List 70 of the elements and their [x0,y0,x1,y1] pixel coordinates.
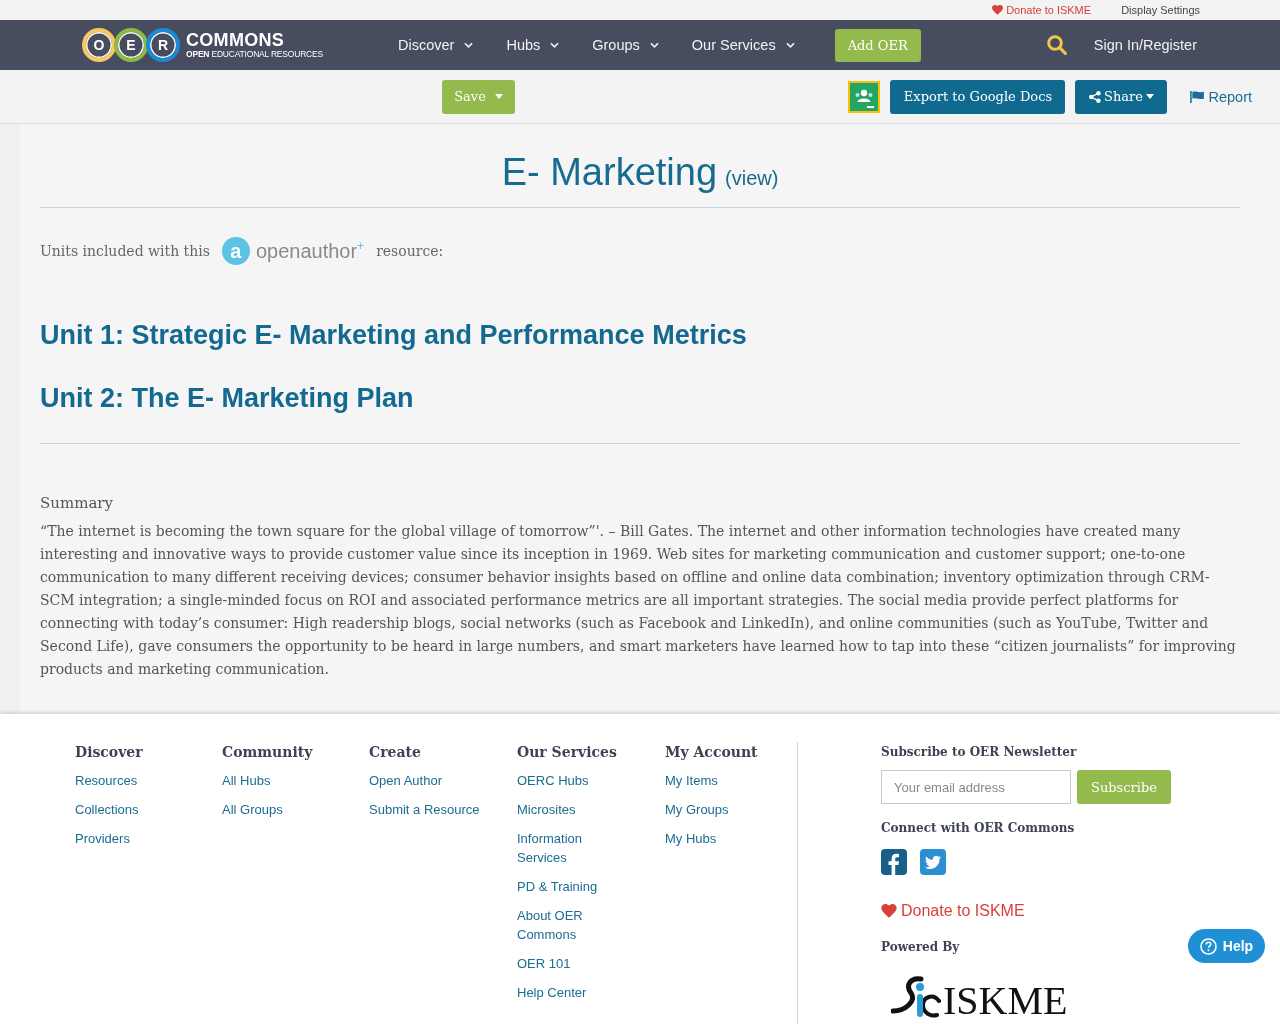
report-link[interactable]: Report [1190,88,1252,105]
footer-heading: My Account [665,743,758,762]
connect-heading: Connect with OER Commons [881,820,1075,837]
sign-in-link[interactable]: Sign In/Register [1093,37,1197,53]
footer-link[interactable]: All Groups [222,800,283,819]
logo-letter: E [114,28,148,62]
donate-link[interactable]: Donate to ISKME [881,900,1025,922]
footer-link[interactable]: Help Center [517,983,587,1002]
resource-title: E- Marketing [501,150,718,195]
footer-link[interactable]: Collections [75,800,139,819]
flag-icon [1190,90,1205,103]
footer-link[interactable]: My Groups [665,800,729,819]
logo-tagline: OPEN EDUCATIONAL RESOURCES [186,48,323,60]
donate-link[interactable]: Donate to ISKME [992,4,1092,16]
nav-menu-item[interactable]: Our Services [691,37,795,53]
powered-by-heading: Powered By [881,939,960,956]
search-icon[interactable] [1046,35,1067,55]
logo-figure-icon [891,975,941,1019]
email-field[interactable]: Your email address [881,770,1071,804]
openauthor-logo-mark: a [221,237,250,265]
footer-link[interactable]: Information Services [517,829,631,867]
footer-link[interactable]: OERC Hubs [517,771,589,790]
classroom-icon[interactable] [848,80,881,113]
logo-letter: R [146,28,180,62]
logo-letter: O [82,28,116,62]
share-button[interactable]: Share [1075,79,1168,114]
chevron-down-icon [464,42,474,48]
export-to-google-docs-button[interactable]: Export to Google Docs [890,79,1066,114]
footer-link[interactable]: PD & Training [517,877,598,896]
footer-link[interactable]: Providers [75,829,130,848]
footer-link[interactable]: Submit a Resource [369,800,480,819]
footer-heading: Create [369,743,421,762]
display-settings-link[interactable]: Display Settings [1121,4,1200,16]
unit-link[interactable]: Unit 2: The E- Marketing Plan [40,378,414,418]
twitter-icon[interactable] [920,849,946,875]
caret-icon [494,94,503,99]
help-button[interactable]: Help [1188,929,1265,963]
footer-heading: Discover [75,743,143,762]
newsletter-heading: Subscribe to OER Newsletter [881,744,1077,761]
nav-menu-item[interactable]: Hubs [506,37,560,53]
footer-link[interactable]: Resources [75,771,138,790]
footer-link[interactable]: Open Author [369,771,442,790]
chevron-down-icon [550,42,560,48]
footer-link[interactable]: My Hubs [665,829,717,848]
facebook-icon[interactable] [881,849,907,875]
footer-heading: Our Services [517,743,617,762]
chevron-down-icon [649,42,659,48]
nav-menu-item[interactable]: Groups [592,37,659,53]
footer-link[interactable]: My Items [665,771,718,790]
nav-menu-item[interactable]: Discover [398,37,474,53]
openauthor-logo-text: openauthor$^{+}$ [255,239,365,263]
caret-icon [1145,94,1154,99]
footer-link[interactable]: Microsites [517,800,576,819]
footer-heading: Community [222,743,313,762]
footer-link[interactable]: OER 101 [517,954,571,973]
unit-link[interactable]: Unit 1: Strategic E- Marketing and Performance Metrics [40,315,747,355]
chevron-down-icon [785,42,795,48]
summary-label: Summary [40,493,113,514]
footer-link[interactable]: All Hubs [222,771,271,790]
partner-logo-text: ISKME [943,983,1068,1019]
view-link[interactable]: (view) [725,167,779,190]
heart-icon [881,904,897,918]
share-icon [1089,90,1101,103]
footer-link[interactable]: About OER Commons [517,906,631,944]
units-outro-text: resource: [376,243,444,259]
logo-wordmark: COMMONS [186,30,286,49]
units-intro-text: Units included with this [40,243,210,259]
heart-icon [992,5,1004,15]
summary-text: “The internet is becoming the town square for the global village of tomorrow”'. – Bill Gates. The internet and other information technologies have created many interesting and innovative ways to provide customer value since its inception in 1969. Web sites for marketing communication and customer support; one-to-one communication to many different receiving devices; consumer behavior insights based on offline and online data combination; inventory optimization through CRM-SCM integration; a single-minded focus on ROI and associated performance metrics are all important strategies. The social media provide perfect platforms for connecting with today’s consumer: High readership blogs, social networks (such as Facebook and LinkedIn), and online communities (such as YouTube, Twitter and Second Life), gave consumers the opportunity to be heard in large numbers, and smart marketers have learned how to tap into these “citizen journalists” for improving products and marketing communication. [40,522,1237,679]
question-circle-icon [1199,937,1217,955]
